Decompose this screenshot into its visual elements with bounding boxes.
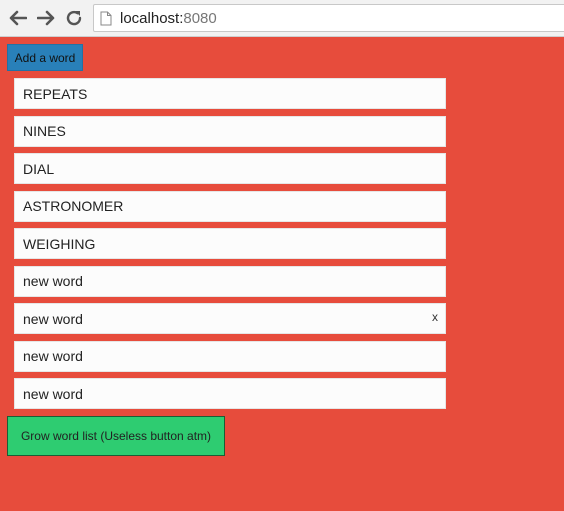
word-item[interactable]: new word: [14, 378, 446, 409]
address-bar[interactable]: localhost:8080: [93, 4, 564, 32]
word-item[interactable]: WEIGHING: [14, 228, 446, 259]
reload-icon: [66, 10, 82, 26]
arrow-left-icon: [9, 10, 27, 26]
page-icon: [100, 10, 114, 26]
word-item[interactable]: new word: [14, 340, 446, 372]
word-text: WEIGHING: [23, 235, 96, 252]
forward-button[interactable]: [35, 7, 57, 29]
word-text: DIAL: [23, 160, 55, 177]
word-text: new word: [23, 385, 83, 402]
word-item[interactable]: REPEATS: [14, 78, 446, 109]
add-word-button[interactable]: Add a word: [7, 44, 83, 71]
reload-button[interactable]: [63, 7, 85, 29]
word-text: new word: [23, 273, 83, 289]
word-item[interactable]: NINES: [14, 115, 446, 147]
browser-toolbar: localhost:8080: [0, 0, 564, 37]
word-text: ASTRONOMER: [23, 198, 124, 214]
page-content: Add a word REPEATS NINES DIAL ASTRONOMER WEI…: [0, 37, 564, 511]
arrow-right-icon: [37, 10, 55, 26]
word-list: REPEATS NINES DIAL ASTRONOMER WEIGHING new wo…: [14, 78, 446, 416]
word-text: REPEATS: [23, 85, 88, 102]
word-text: new word: [23, 310, 83, 327]
url-text: localhost:8080: [120, 10, 217, 27]
word-item[interactable]: ASTRONOMER: [14, 190, 446, 222]
word-text: NINES: [23, 123, 66, 139]
back-button[interactable]: [7, 7, 29, 29]
url-port: 8080: [183, 9, 217, 27]
word-item[interactable]: DIAL: [14, 153, 446, 184]
url-host: localhost:: [120, 9, 184, 27]
word-text: new word: [23, 348, 83, 364]
remove-word-button[interactable]: x: [432, 310, 438, 324]
grow-word-list-button[interactable]: Grow word list (Useless button atm): [7, 416, 225, 456]
word-item[interactable]: new word x: [14, 303, 446, 334]
word-item[interactable]: new word: [14, 265, 446, 297]
